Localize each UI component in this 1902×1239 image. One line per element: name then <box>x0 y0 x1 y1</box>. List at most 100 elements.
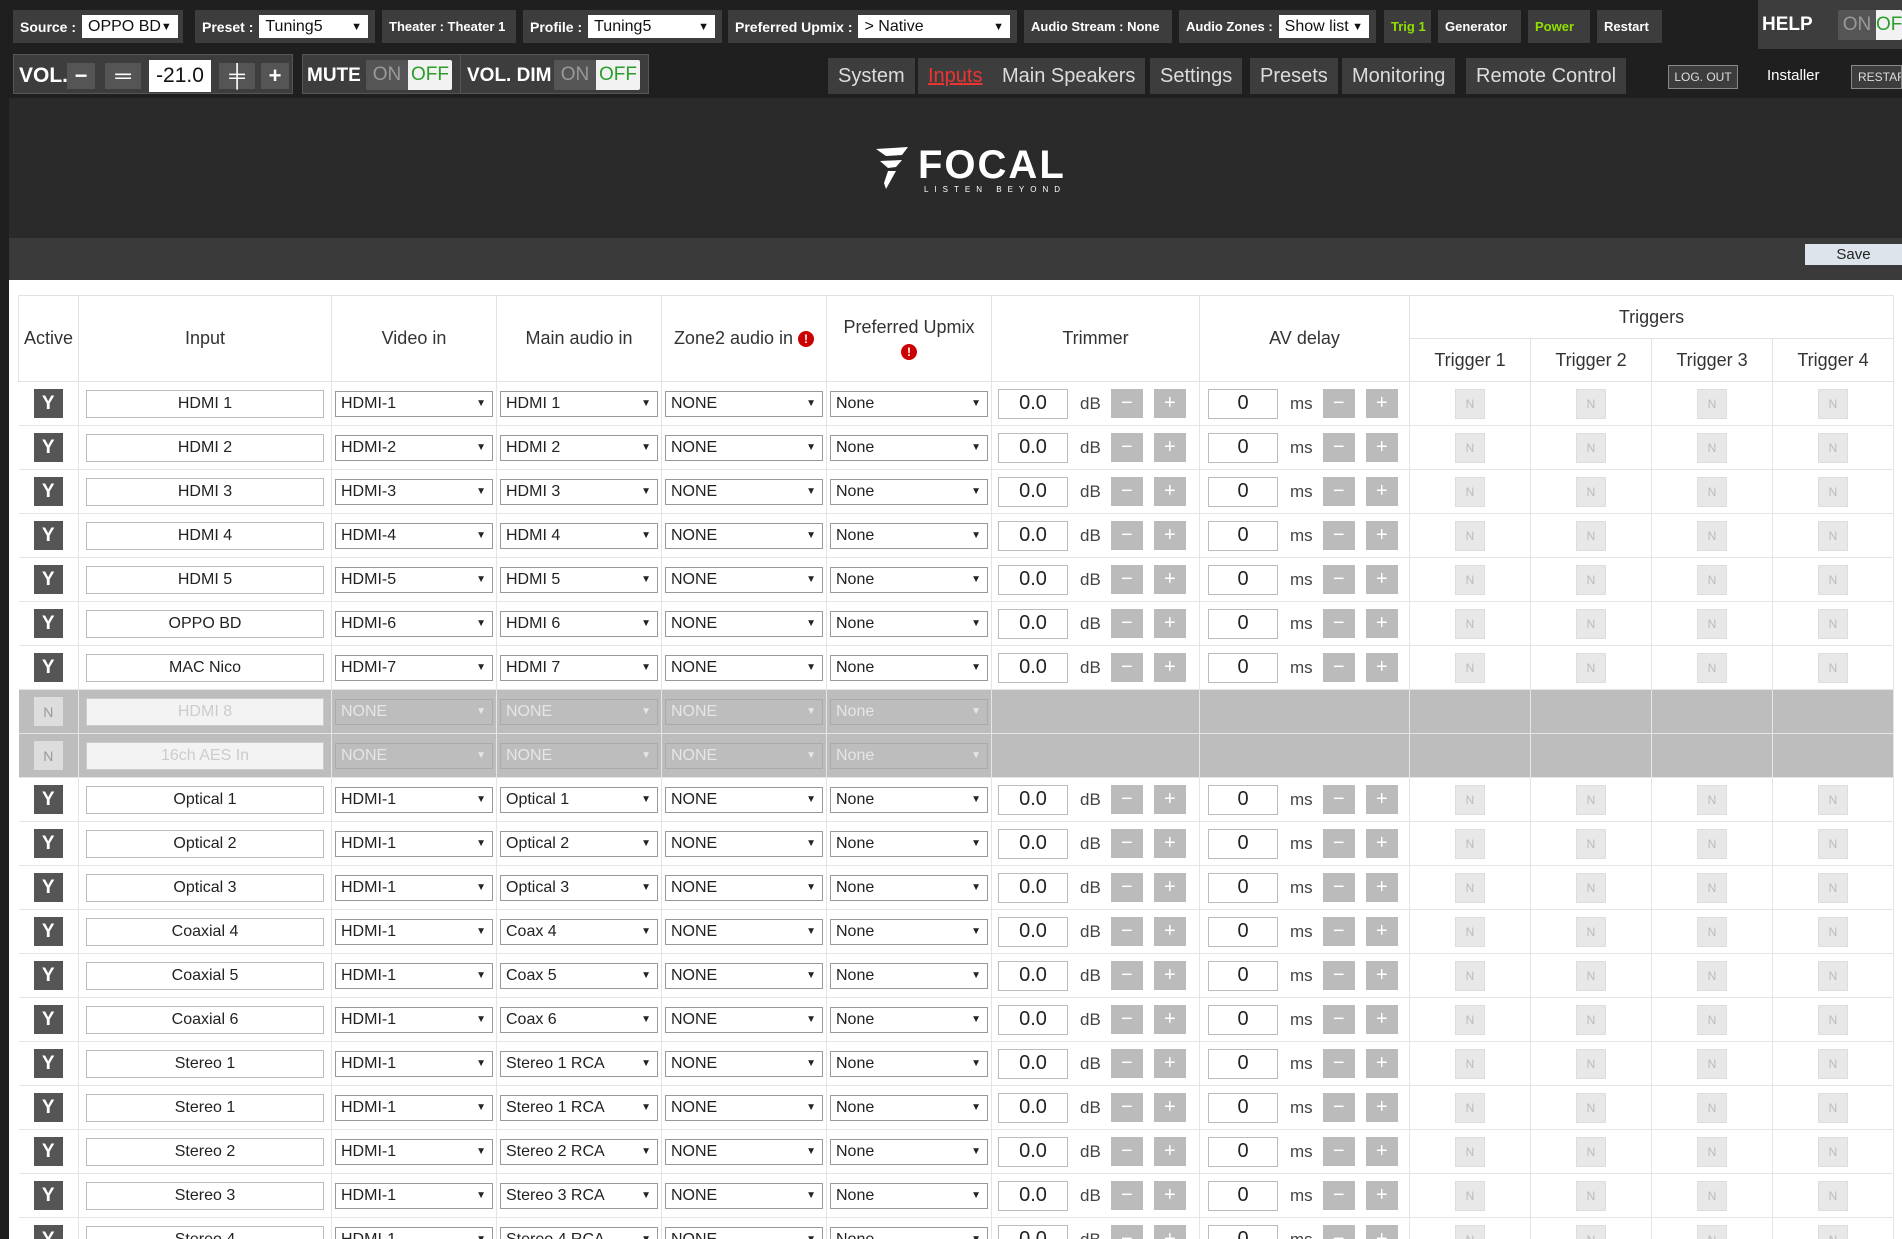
av-delay-value[interactable]: 0 <box>1208 960 1278 991</box>
delay-plus-button[interactable]: + <box>1365 961 1398 990</box>
input-name-field[interactable]: Stereo 1 <box>86 1049 324 1078</box>
active-toggle-button[interactable]: Y <box>33 433 63 462</box>
trigger-2-toggle[interactable]: N <box>1576 1004 1606 1035</box>
trigger-3-toggle[interactable]: N <box>1697 476 1727 507</box>
trimmer-plus-button[interactable]: + <box>1153 433 1186 462</box>
video-in-select[interactable]: HDMI-4 ▼ <box>335 522 493 549</box>
video-in-select[interactable]: HDMI-1▼ <box>335 1182 493 1209</box>
input-name-field[interactable]: HDMI 2 <box>86 433 324 462</box>
volume-up-button[interactable]: + <box>261 63 289 89</box>
trigger-3-toggle[interactable]: N <box>1697 564 1727 595</box>
trigger-2-toggle[interactable]: N <box>1576 520 1606 551</box>
av-delay-value[interactable]: 0 <box>1208 1092 1278 1123</box>
trigger-1-toggle[interactable]: N <box>1455 520 1485 551</box>
trimmer-plus-button[interactable]: + <box>1153 653 1186 682</box>
restart-button[interactable]: Restart <box>1597 10 1662 43</box>
trimmer-minus-button[interactable]: − <box>1110 477 1143 506</box>
tab-main-speakers[interactable]: Main Speakers <box>992 58 1146 94</box>
preferred-upmix-select[interactable]: None▼ <box>830 698 988 725</box>
trigger-1-toggle[interactable]: N <box>1455 476 1485 507</box>
video-in-select[interactable]: HDMI-5 ▼ <box>335 566 493 593</box>
help-toggle[interactable]: ON OFF <box>1838 10 1902 40</box>
trimmer-value[interactable]: 0.0 <box>998 784 1068 815</box>
zone2-audio-select[interactable]: NONE▼ <box>665 610 823 637</box>
active-toggle-button[interactable]: Y <box>33 1181 63 1210</box>
zone2-audio-select[interactable]: NONE▼ <box>665 962 823 989</box>
trigger-4-toggle[interactable]: N <box>1818 1004 1848 1035</box>
preferred-upmix-select[interactable]: None▼ <box>830 654 988 681</box>
trigger-3-toggle[interactable]: N <box>1697 520 1727 551</box>
trigger-2-toggle[interactable]: N <box>1576 960 1606 991</box>
trimmer-value[interactable]: 0.0 <box>998 1092 1068 1123</box>
av-delay-value[interactable]: 0 <box>1208 1004 1278 1035</box>
trimmer-plus-button[interactable]: + <box>1153 521 1186 550</box>
tab-presets[interactable]: Presets <box>1250 58 1338 94</box>
trigger-4-toggle[interactable]: N <box>1818 784 1848 815</box>
input-name-field[interactable]: Stereo 3 <box>86 1181 324 1210</box>
trigger-2-toggle[interactable]: N <box>1576 476 1606 507</box>
tab-inputs[interactable]: Inputs <box>918 58 993 94</box>
input-name-field[interactable]: HDMI 3 <box>86 477 324 506</box>
main-audio-select[interactable]: HDMI 4 ▼ <box>500 522 658 549</box>
trigger-1-toggle[interactable]: N <box>1455 1224 1485 1239</box>
video-in-select[interactable]: HDMI-1▼ <box>335 962 493 989</box>
delay-plus-button[interactable]: + <box>1365 609 1398 638</box>
input-name-field[interactable]: HDMI 5 <box>86 565 324 594</box>
main-audio-select[interactable]: Stereo 2 RCA ▼ <box>500 1138 658 1165</box>
trigger-2-toggle[interactable]: N <box>1576 784 1606 815</box>
trigger-3-toggle[interactable]: N <box>1697 388 1727 419</box>
input-name-field[interactable]: HDMI 1 <box>86 389 324 418</box>
delay-minus-button[interactable]: − <box>1322 1137 1355 1166</box>
vol-dim-toggle[interactable]: ON OFF <box>554 60 640 90</box>
trimmer-minus-button[interactable]: − <box>1110 1225 1143 1239</box>
trigger-2-toggle[interactable]: N <box>1576 608 1606 639</box>
active-toggle-button[interactable]: Y <box>33 653 63 682</box>
preferred-upmix-select[interactable]: None▼ <box>830 478 988 505</box>
delay-plus-button[interactable]: + <box>1365 1093 1398 1122</box>
trigger-4-toggle[interactable]: N <box>1818 520 1848 551</box>
av-delay-value[interactable]: 0 <box>1208 1048 1278 1079</box>
zone2-audio-select[interactable]: NONE▼ <box>665 1182 823 1209</box>
trimmer-minus-button[interactable]: − <box>1110 1049 1143 1078</box>
trigger-4-toggle[interactable]: N <box>1818 432 1848 463</box>
tab-monitoring[interactable]: Monitoring <box>1342 58 1456 94</box>
trigger-4-toggle[interactable]: N <box>1818 872 1848 903</box>
delay-plus-button[interactable]: + <box>1365 653 1398 682</box>
preferred-upmix-select[interactable]: None▼ <box>830 566 988 593</box>
trigger-3-toggle[interactable]: N <box>1697 1004 1727 1035</box>
delay-plus-button[interactable]: + <box>1365 565 1398 594</box>
delay-minus-button[interactable]: − <box>1322 873 1355 902</box>
video-in-select[interactable]: HDMI-7 ▼ <box>335 654 493 681</box>
trigger-2-toggle[interactable]: N <box>1576 1136 1606 1167</box>
main-audio-select[interactable]: HDMI 3 ▼ <box>500 478 658 505</box>
delay-minus-button[interactable]: − <box>1322 961 1355 990</box>
main-audio-select[interactable]: NONE ▼ <box>500 698 658 725</box>
zone2-audio-select[interactable]: NONE▼ <box>665 566 823 593</box>
trigger-4-toggle[interactable]: N <box>1818 1092 1848 1123</box>
trigger-4-toggle[interactable]: N <box>1818 1224 1848 1239</box>
trig1-button[interactable]: Trig 1 <box>1384 10 1431 43</box>
trimmer-minus-button[interactable]: − <box>1110 917 1143 946</box>
trimmer-plus-button[interactable]: + <box>1153 1137 1186 1166</box>
input-name-field[interactable]: HDMI 8 <box>86 697 324 726</box>
trimmer-plus-button[interactable]: + <box>1153 1181 1186 1210</box>
av-delay-value[interactable]: 0 <box>1208 1224 1278 1239</box>
delay-plus-button[interactable]: + <box>1365 1005 1398 1034</box>
input-name-field[interactable]: Stereo 4 <box>86 1225 324 1239</box>
trimmer-minus-button[interactable]: − <box>1110 521 1143 550</box>
delay-minus-button[interactable]: − <box>1322 1005 1355 1034</box>
trigger-1-toggle[interactable]: N <box>1455 1180 1485 1211</box>
trimmer-value[interactable]: 0.0 <box>998 476 1068 507</box>
active-toggle-button[interactable]: Y <box>33 1049 63 1078</box>
main-audio-select[interactable]: Stereo 4 RCA▼ <box>500 1226 658 1239</box>
zone2-audio-select[interactable]: NONE▼ <box>665 1226 823 1239</box>
trigger-2-toggle[interactable]: N <box>1576 828 1606 859</box>
delay-minus-button[interactable]: − <box>1322 433 1355 462</box>
trigger-3-toggle[interactable]: N <box>1697 916 1727 947</box>
trimmer-value[interactable]: 0.0 <box>998 1136 1068 1167</box>
trigger-1-toggle[interactable]: N <box>1455 1136 1485 1167</box>
active-toggle-button[interactable]: Y <box>33 565 63 594</box>
logout-button[interactable]: LOG. OUT <box>1668 65 1738 89</box>
delay-plus-button[interactable]: + <box>1365 1137 1398 1166</box>
input-name-field[interactable]: Coaxial 5 <box>86 961 324 990</box>
